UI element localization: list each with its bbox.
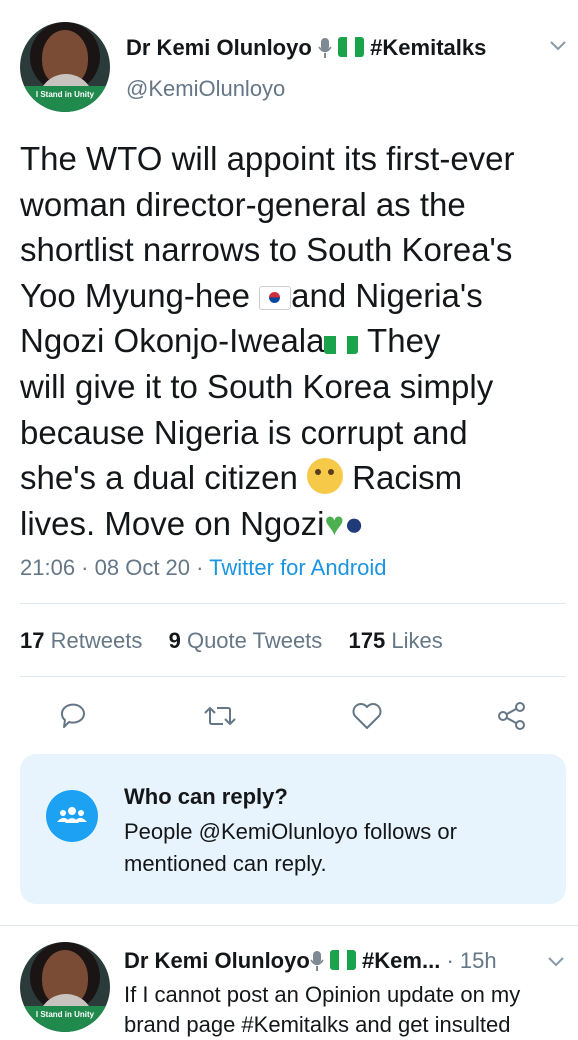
tweet-stats: 17 Retweets 9 Quote Tweets 175 Likes — [20, 628, 443, 654]
microphone-icon — [318, 38, 332, 58]
avatar[interactable]: I Stand in Unity — [20, 942, 110, 1032]
speaking-head-emoji-icon: ● — [344, 504, 364, 542]
who-can-reply-body: People @KemiOlunloyo follows or mentione… — [124, 819, 457, 876]
nigeria-flag-icon — [329, 950, 356, 970]
tweet-line: woman director-general as the — [20, 185, 466, 223]
tweet-line: If I cannot post an Opinion update on my — [124, 982, 521, 1007]
tweet-line: Ngozi Okonjo-Iweala They — [20, 318, 570, 364]
tweet-date: 08 Oct 20 — [94, 555, 191, 580]
avatar-banner: I Stand in Unity — [20, 86, 110, 112]
tweet-line: will give it to South Korea simply — [20, 367, 494, 405]
tweet-line: she's a dual citizen Racism — [20, 458, 463, 497]
who-can-reply-card: Who can reply? People @KemiOlunloyo foll… — [20, 754, 566, 904]
avatar[interactable]: I Stand in Unity — [20, 22, 110, 112]
divider — [0, 925, 578, 926]
green-heart-emoji-icon: ♥ — [324, 504, 345, 542]
who-can-reply-title: Who can reply? — [124, 784, 288, 809]
quote-tweets-stat[interactable]: 9 Quote Tweets — [169, 628, 323, 653]
next-tweet-display-name[interactable]: Dr Kemi Olunloyo #Kem... · 15h — [124, 948, 497, 974]
chevron-down-icon[interactable] — [547, 952, 565, 973]
share-icon[interactable] — [497, 701, 527, 731]
retweets-stat[interactable]: 17 Retweets — [20, 628, 142, 653]
tweet-line: The WTO will appoint its first-ever — [20, 140, 515, 177]
tweet-line: brand page #Kemitalks and get insulted — [124, 1012, 511, 1037]
people-icon — [46, 790, 98, 842]
display-name[interactable]: Dr Kemi Olunloyo #Kemitalks — [126, 35, 486, 61]
name-hashtag: #Kem... — [362, 948, 441, 973]
tweet-text: The WTO will appoint its first-ever woma… — [20, 136, 570, 546]
tweet-line: Yoo Myung-hee and Nigeria's — [20, 276, 483, 314]
tweet-meta: 21:06 · 08 Oct 20 · Twitter for Android — [20, 555, 387, 580]
display-name-text: Dr Kemi Olunloyo — [124, 948, 310, 973]
nigeria-flag-icon — [338, 37, 365, 57]
tweet-line: because Nigeria is corrupt and — [20, 413, 468, 451]
tweet-time: 21:06 — [20, 555, 76, 580]
display-name-text: Dr Kemi Olunloyo — [126, 35, 312, 60]
user-handle[interactable]: @KemiOlunloyo — [126, 76, 285, 102]
nigeria-flag-icon — [324, 328, 359, 355]
name-hashtag: #Kemitalks — [370, 35, 487, 60]
tweet-source-link[interactable]: Twitter for Android — [209, 555, 386, 580]
likes-stat[interactable]: 175 Likes — [349, 628, 443, 653]
next-tweet-time: 15h — [459, 948, 497, 973]
divider — [20, 676, 566, 677]
eye-roll-emoji-icon — [306, 458, 343, 495]
chevron-down-icon[interactable] — [549, 36, 567, 57]
retweet-icon[interactable] — [203, 704, 237, 728]
microphone-icon — [310, 951, 324, 971]
tweet-line: lives. Move on Ngozi♥● — [20, 504, 364, 542]
divider — [20, 603, 566, 604]
reply-icon[interactable] — [58, 702, 88, 730]
next-tweet-text[interactable]: If I cannot post an Opinion update on my… — [124, 980, 520, 1040]
tweet-line: shortlist narrows to South Korea's — [20, 231, 513, 269]
south-korea-flag-icon — [259, 285, 292, 310]
like-heart-icon[interactable] — [351, 702, 383, 730]
avatar-banner: I Stand in Unity — [20, 1006, 110, 1032]
